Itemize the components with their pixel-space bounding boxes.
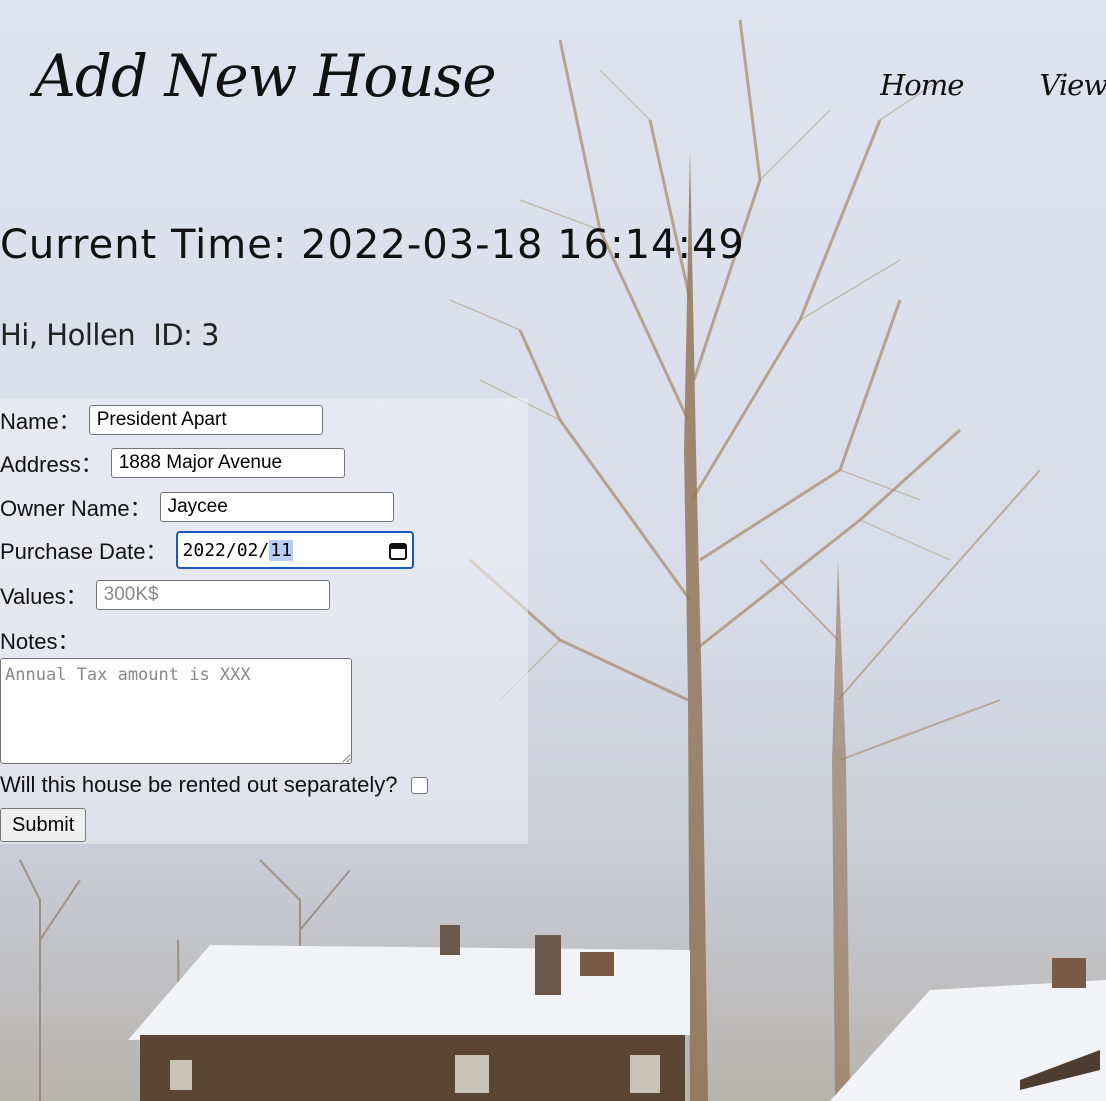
nav-link-view[interactable]: View [1039, 68, 1106, 102]
address-row: Address： [0, 447, 345, 479]
purchase-date-input[interactable]: 2022/02/11 [175, 531, 414, 569]
owner-label: Owner Name： [0, 496, 152, 521]
values-row: Values： [0, 579, 330, 611]
address-label: Address： [0, 452, 103, 477]
calendar-icon[interactable] [388, 541, 407, 560]
name-input[interactable] [88, 405, 323, 435]
greeting-text: Hi, Hollen [0, 318, 136, 352]
rented-row: Will this house be rented out separately… [0, 772, 429, 798]
submit-button[interactable]: Submit [0, 808, 87, 842]
date-value: 2022/02/ [182, 539, 270, 561]
purchase-date-label: Purchase Date： [0, 539, 168, 564]
nav-link-home[interactable]: Home [880, 68, 964, 102]
owner-row: Owner Name： [0, 491, 394, 523]
name-row: Name： [0, 404, 323, 436]
user-id: ID: 3 [153, 318, 220, 352]
top-nav: Home View [880, 68, 1106, 102]
owner-name-input[interactable] [159, 492, 394, 522]
page-title: Add New House [34, 42, 497, 110]
rented-checkbox[interactable] [411, 776, 429, 794]
name-label: Name： [0, 409, 81, 434]
purchase-date-row: Purchase Date： 2022/02/11 [0, 531, 414, 569]
date-day-segment[interactable]: 11 [269, 539, 293, 561]
values-input[interactable] [95, 580, 330, 610]
user-greeting: Hi, Hollen ID: 3 [0, 318, 220, 352]
notes-label: Notes： [0, 629, 80, 654]
rented-label: Will this house be rented out separately… [0, 772, 398, 797]
address-input[interactable] [110, 448, 345, 478]
values-label: Values： [0, 584, 88, 609]
notes-row: Notes： [0, 624, 87, 656]
current-time: Current Time: 2022-03-18 16:14:49 [0, 222, 745, 268]
notes-textarea[interactable] [0, 658, 352, 764]
